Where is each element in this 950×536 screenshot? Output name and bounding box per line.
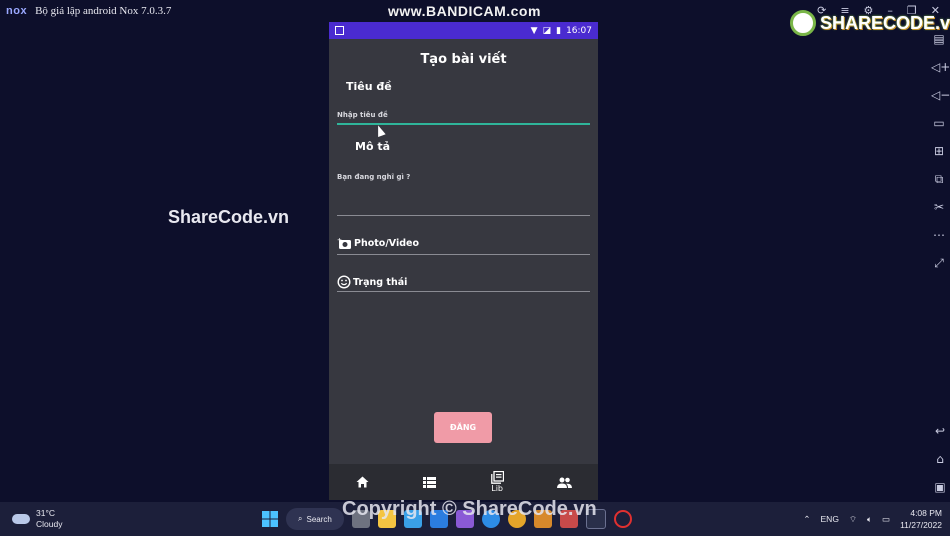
nav-list[interactable] [410, 476, 450, 488]
emulator-title-bar: nox Bộ giả lập android Nox 7.0.3.7 [6, 5, 171, 17]
close-icon[interactable]: ✕ [931, 4, 940, 17]
title-label: Tiêu đề [346, 80, 392, 93]
status-bar: ▼ ◪ ▮ 16:07 [329, 22, 598, 39]
window-controls: ⟳ ≡ ⚙ – ❐ ✕ [817, 4, 940, 17]
minimize-icon[interactable]: – [887, 4, 893, 17]
list-icon [423, 476, 437, 488]
refresh-icon[interactable]: ⟳ [817, 4, 826, 17]
expand-icon[interactable]: ⤢ [931, 254, 947, 272]
taskbar-clock[interactable]: 4:08 PM 11/27/2022 [900, 507, 942, 531]
status-option[interactable]: Trạng thái [337, 275, 407, 289]
volume-up-icon[interactable]: ◁+ [931, 58, 950, 76]
library-icon [490, 471, 504, 484]
volume-down-icon[interactable]: ◁− [931, 86, 950, 104]
bandicam-record-icon[interactable] [613, 510, 632, 528]
windows-start-icon[interactable] [262, 511, 278, 527]
add-apk-icon[interactable]: ⊞ [931, 142, 947, 160]
weather-widget[interactable]: 31°C Cloudy [12, 508, 62, 530]
weather-description: Cloudy [36, 519, 63, 529]
bandicam-watermark: www.BANDICAM.com [388, 3, 541, 19]
back-icon[interactable]: ↩ [932, 424, 948, 440]
sharecode-logo-icon [790, 10, 816, 36]
scissors-icon[interactable]: ✂ [931, 198, 947, 216]
clock-time: 4:08 PM [910, 508, 942, 518]
nav-people[interactable] [544, 477, 584, 488]
signal-icon: ◪ [542, 25, 552, 36]
wifi-tray-icon[interactable]: ⌔ [849, 514, 857, 525]
more-icon[interactable]: ⋯ [931, 226, 947, 244]
emulator-nav-buttons: ↩ ⌂ ▣ [932, 424, 948, 496]
emulator-side-toolbar: ▤ ◁+ ◁− ▭ ⊞ ⧉ ✂ ⋯ ⤢ [928, 30, 950, 272]
notification-icon [335, 26, 344, 35]
bottom-navigation: Lib [329, 464, 598, 500]
phone-screen: ▼ ◪ ▮ 16:07 Tạo bài viết Tiêu đề Nhập ti… [329, 22, 598, 500]
weather-temperature: 31°C [36, 508, 55, 518]
system-tray: ⌃ ENG ⌔ 🔈︎ ▭ 4:08 PM 11/27/2022 [803, 507, 942, 531]
search-label: Search [306, 514, 332, 524]
volume-icon[interactable]: 🔈︎ [867, 514, 872, 525]
nav-home[interactable] [343, 476, 383, 488]
language-indicator[interactable]: ENG [821, 514, 839, 524]
display-icon[interactable]: ▭ [931, 114, 947, 132]
screen-icon[interactable]: ▤ [931, 30, 947, 48]
smile-icon [337, 275, 351, 289]
maximize-icon[interactable]: ❐ [907, 4, 917, 17]
svg-text:+: + [337, 237, 342, 244]
taskbar-search[interactable]: ⌕ Search [286, 508, 344, 530]
battery-icon: ▮ [556, 25, 562, 36]
wifi-icon: ▼ [530, 25, 538, 36]
page-title: Tạo bài viết [420, 52, 507, 67]
title-input[interactable]: Nhập tiêu đề [337, 111, 388, 119]
cloud-icon [12, 514, 30, 524]
description-input-underline [337, 215, 590, 216]
description-input[interactable]: Bạn đang nghĩ gì ? [337, 173, 410, 181]
post-button[interactable]: ĐĂNG [434, 412, 492, 443]
copyright-watermark: Copyright © ShareCode.vn [342, 498, 597, 520]
settings-icon[interactable]: ⚙ [864, 4, 874, 17]
menu-icon[interactable]: ≡ [840, 4, 849, 17]
home-nav-icon[interactable]: ⌂ [932, 452, 948, 468]
emulator-title: Bộ giả lập android Nox 7.0.3.7 [35, 5, 172, 17]
camera-plus-icon: + [337, 237, 351, 249]
search-icon: ⌕ [298, 514, 303, 523]
chevron-up-icon[interactable]: ⌃ [803, 514, 810, 525]
title-input-underline [337, 123, 590, 125]
nox-logo: nox [6, 5, 28, 17]
nav-library-label: Lib [491, 484, 503, 493]
mouse-cursor [374, 123, 386, 138]
recents-icon[interactable]: ▣ [932, 480, 948, 496]
status-label: Trạng thái [353, 276, 408, 288]
sharecode-watermark-left: ShareCode.vn [168, 207, 290, 227]
battery-tray-icon[interactable]: ▭ [882, 514, 890, 525]
nav-library[interactable]: Lib [477, 471, 517, 493]
people-icon [556, 477, 572, 488]
option-divider [337, 291, 590, 292]
photo-video-label: Photo/Video [354, 238, 420, 249]
home-icon [356, 476, 369, 488]
multi-instance-icon[interactable]: ⧉ [931, 170, 947, 188]
option-divider [337, 254, 590, 255]
description-label: Mô tả [355, 140, 391, 153]
status-time: 16:07 [566, 25, 592, 36]
clock-date: 11/27/2022 [900, 520, 942, 530]
photo-video-option[interactable]: + Photo/Video [337, 237, 419, 250]
